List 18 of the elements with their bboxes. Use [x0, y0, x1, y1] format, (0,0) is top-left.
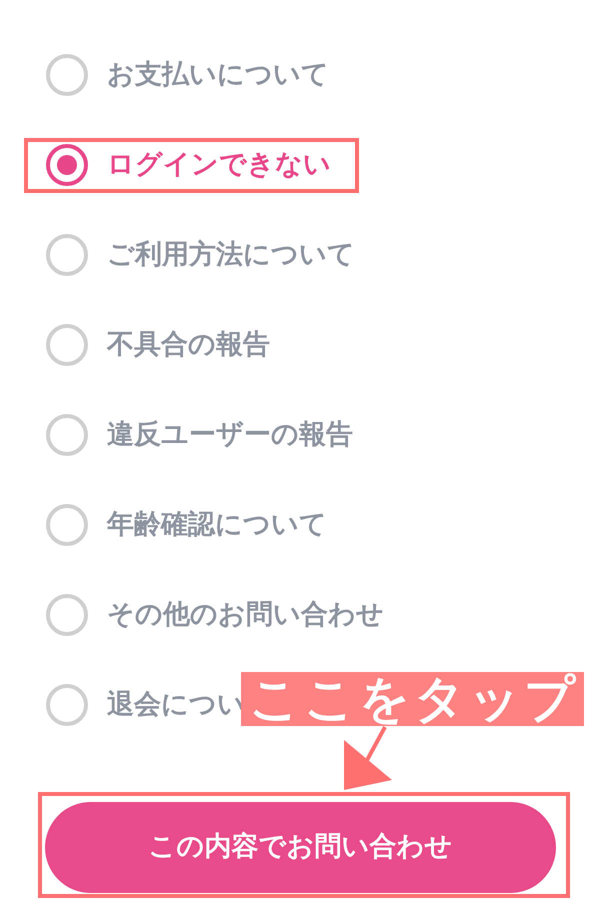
option-label[interactable]: その他のお問い合わせ	[107, 598, 384, 632]
radio-button[interactable]	[46, 324, 88, 366]
radio-button[interactable]	[46, 144, 88, 186]
option-label[interactable]: 違反ユーザーの報告	[107, 418, 353, 452]
radio-button[interactable]	[46, 234, 88, 276]
radio-button[interactable]	[46, 504, 88, 546]
radio-button[interactable]	[46, 684, 88, 726]
radio-button[interactable]	[46, 594, 88, 636]
option-label[interactable]: ご利用方法について	[107, 238, 355, 272]
callout-label: ここをタップ	[241, 672, 584, 726]
radio-button[interactable]	[46, 414, 88, 456]
option-label[interactable]: 不具合の報告	[107, 328, 270, 362]
option-label[interactable]: ログインできない	[107, 148, 331, 182]
pointer-arrow	[344, 726, 392, 790]
option-label[interactable]: 年齢確認について	[107, 508, 327, 542]
radio-button[interactable]	[46, 54, 88, 96]
submit-button[interactable]: この内容でお問い合わせ	[45, 802, 556, 893]
option-label[interactable]: お支払いについて	[107, 58, 329, 92]
